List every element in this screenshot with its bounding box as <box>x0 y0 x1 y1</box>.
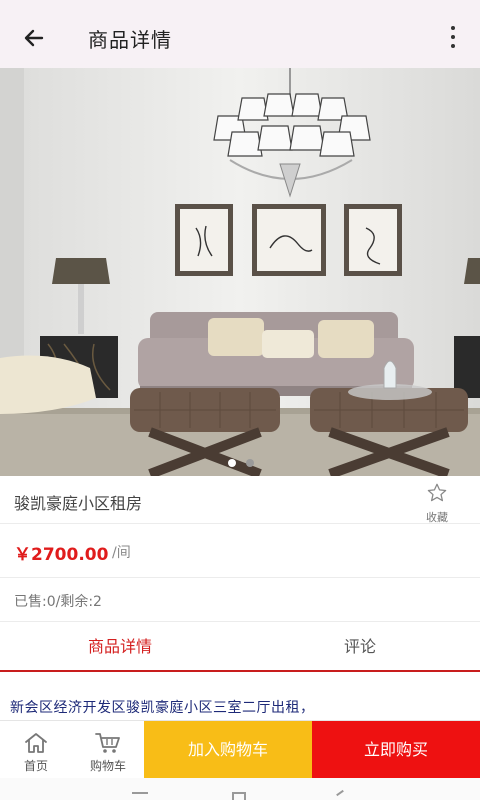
product-image-carousel[interactable] <box>0 68 480 476</box>
favorite-label: 收藏 <box>426 511 448 524</box>
tab-comments[interactable]: 评论 <box>240 622 480 671</box>
carousel-dots <box>224 458 260 468</box>
buy-now-button[interactable]: 立即购买 <box>312 721 480 779</box>
menu-key[interactable] <box>132 792 148 794</box>
tab-divider <box>0 670 480 672</box>
system-navigation-bar <box>0 778 480 800</box>
back-button[interactable] <box>14 20 54 56</box>
star-icon <box>427 483 447 502</box>
more-vertical-icon <box>451 26 455 30</box>
home-button[interactable]: 首页 <box>8 721 64 779</box>
price: ￥2700.00 <box>14 545 109 565</box>
home-key[interactable] <box>232 792 246 800</box>
price-row: ￥2700.00 /间 <box>0 524 480 578</box>
bottom-action-bar: 首页 购物车 加入购物车 立即购买 <box>0 720 480 779</box>
product-title: 骏凯豪庭小区租房 <box>14 494 143 513</box>
detail-tabs: 商品详情 评论 <box>0 622 480 672</box>
top-app-bar: 商品详情 <box>0 0 480 68</box>
back-key[interactable] <box>336 789 344 797</box>
stock-row: 已售:0/剩余:2 <box>0 578 480 622</box>
carousel-dot-active[interactable] <box>228 459 236 467</box>
product-description: 新会区经济开发区骏凯豪庭小区三室二厅出租， <box>10 700 315 716</box>
shopping-cart-icon <box>95 733 120 753</box>
sales-info: 已售:0/剩余:2 <box>14 594 102 610</box>
page-title: 商品详情 <box>88 28 172 52</box>
product-title-row: 骏凯豪庭小区租房 收藏 <box>0 476 480 524</box>
price-unit: /间 <box>112 545 131 561</box>
home-icon <box>25 733 47 753</box>
tab-product-details[interactable]: 商品详情 <box>0 622 240 671</box>
arrow-left-icon <box>24 29 44 47</box>
cart-button[interactable]: 购物车 <box>78 721 138 779</box>
favorite-button[interactable]: 收藏 <box>420 482 454 525</box>
more-options-button[interactable] <box>446 22 460 52</box>
product-image <box>0 68 480 476</box>
carousel-dot[interactable] <box>246 459 254 467</box>
home-label: 首页 <box>23 759 48 773</box>
add-to-cart-button[interactable]: 加入购物车 <box>144 721 312 779</box>
cart-label: 购物车 <box>89 759 126 773</box>
